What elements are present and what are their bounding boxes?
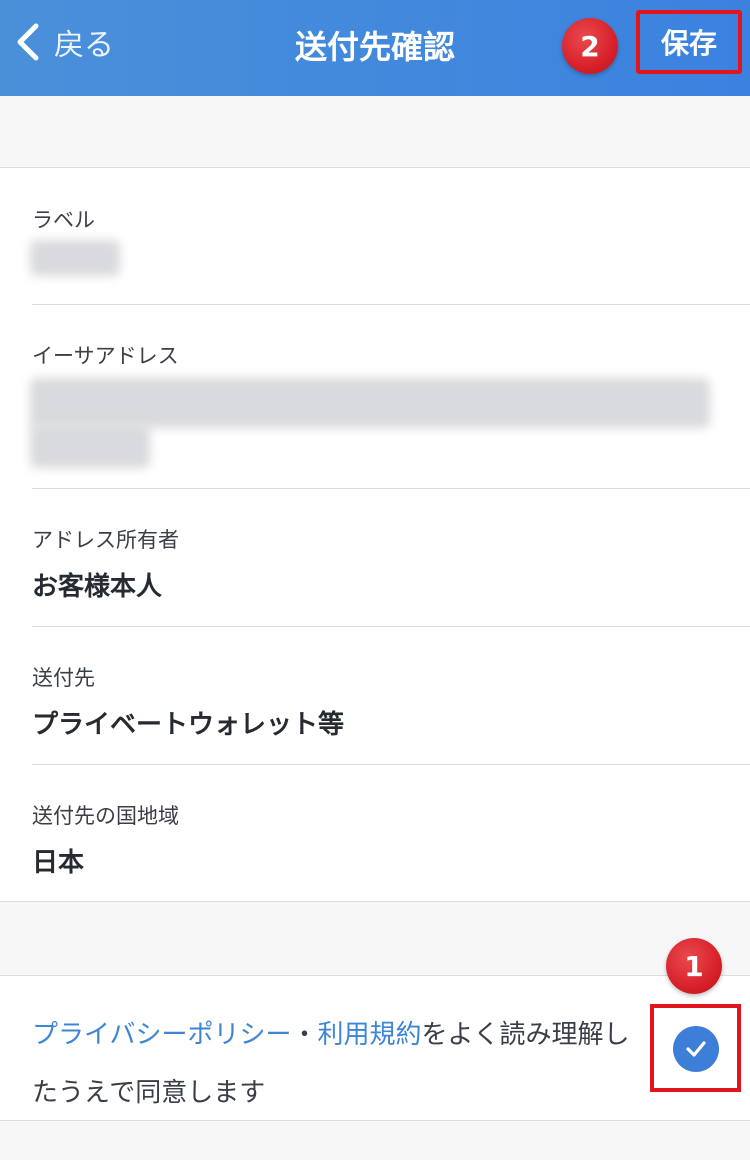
divider xyxy=(32,304,750,305)
field-destination-row: 送付先 プライベートウォレット等 xyxy=(32,662,750,741)
field-country-row: 送付先の国地域 日本 xyxy=(32,800,750,879)
consent-text: プライバシーポリシー・利用規約をよく読み理解したうえで同意します xyxy=(32,1006,642,1122)
field-label-address: イーサアドレス xyxy=(32,344,179,368)
field-label-destination: 送付先 xyxy=(32,666,95,690)
field-value-owner: お客様本人 xyxy=(32,572,163,602)
consent-row: プライバシーポリシー・利用規約をよく読み理解したうえで同意します xyxy=(0,975,750,1121)
terms-link[interactable]: 利用規約 xyxy=(318,1020,422,1050)
consent-separator: ・ xyxy=(291,1020,318,1050)
field-label-name: ラベル xyxy=(32,208,95,232)
back-button[interactable]: 戻る xyxy=(14,20,114,64)
field-address-row: イーサアドレス xyxy=(32,340,750,370)
divider xyxy=(32,488,750,489)
divider xyxy=(32,626,750,627)
field-label-owner: アドレス所有者 xyxy=(32,528,179,552)
divider xyxy=(32,764,750,765)
back-label: 戻る xyxy=(54,28,114,63)
step-2-marker: 2 xyxy=(562,18,618,74)
redacted-address-line-2 xyxy=(30,424,150,468)
save-button[interactable]: 保存 xyxy=(636,10,742,74)
field-owner-row: アドレス所有者 お客様本人 xyxy=(32,524,750,603)
page-title: 送付先確認 xyxy=(294,28,455,66)
app-header: 戻る 送付先確認 2 保存 xyxy=(0,0,750,96)
recipient-details-card: ラベル イーサアドレス アドレス所有者 お客様本人 送付先 プライベートウォレッ… xyxy=(0,167,750,902)
step-1-marker: 1 xyxy=(666,938,722,994)
field-value-country: 日本 xyxy=(32,848,85,878)
consent-checkbox[interactable] xyxy=(673,1026,719,1072)
chevron-left-icon xyxy=(17,23,39,61)
checkmark-icon xyxy=(686,1041,706,1057)
privacy-policy-link[interactable]: プライバシーポリシー xyxy=(32,1020,291,1050)
field-label-country: 送付先の国地域 xyxy=(32,804,179,828)
field-label-row: ラベル xyxy=(32,204,750,234)
field-value-destination: プライベートウォレット等 xyxy=(32,710,345,740)
redacted-address-line-1 xyxy=(30,378,710,428)
redacted-label-value xyxy=(30,240,120,276)
